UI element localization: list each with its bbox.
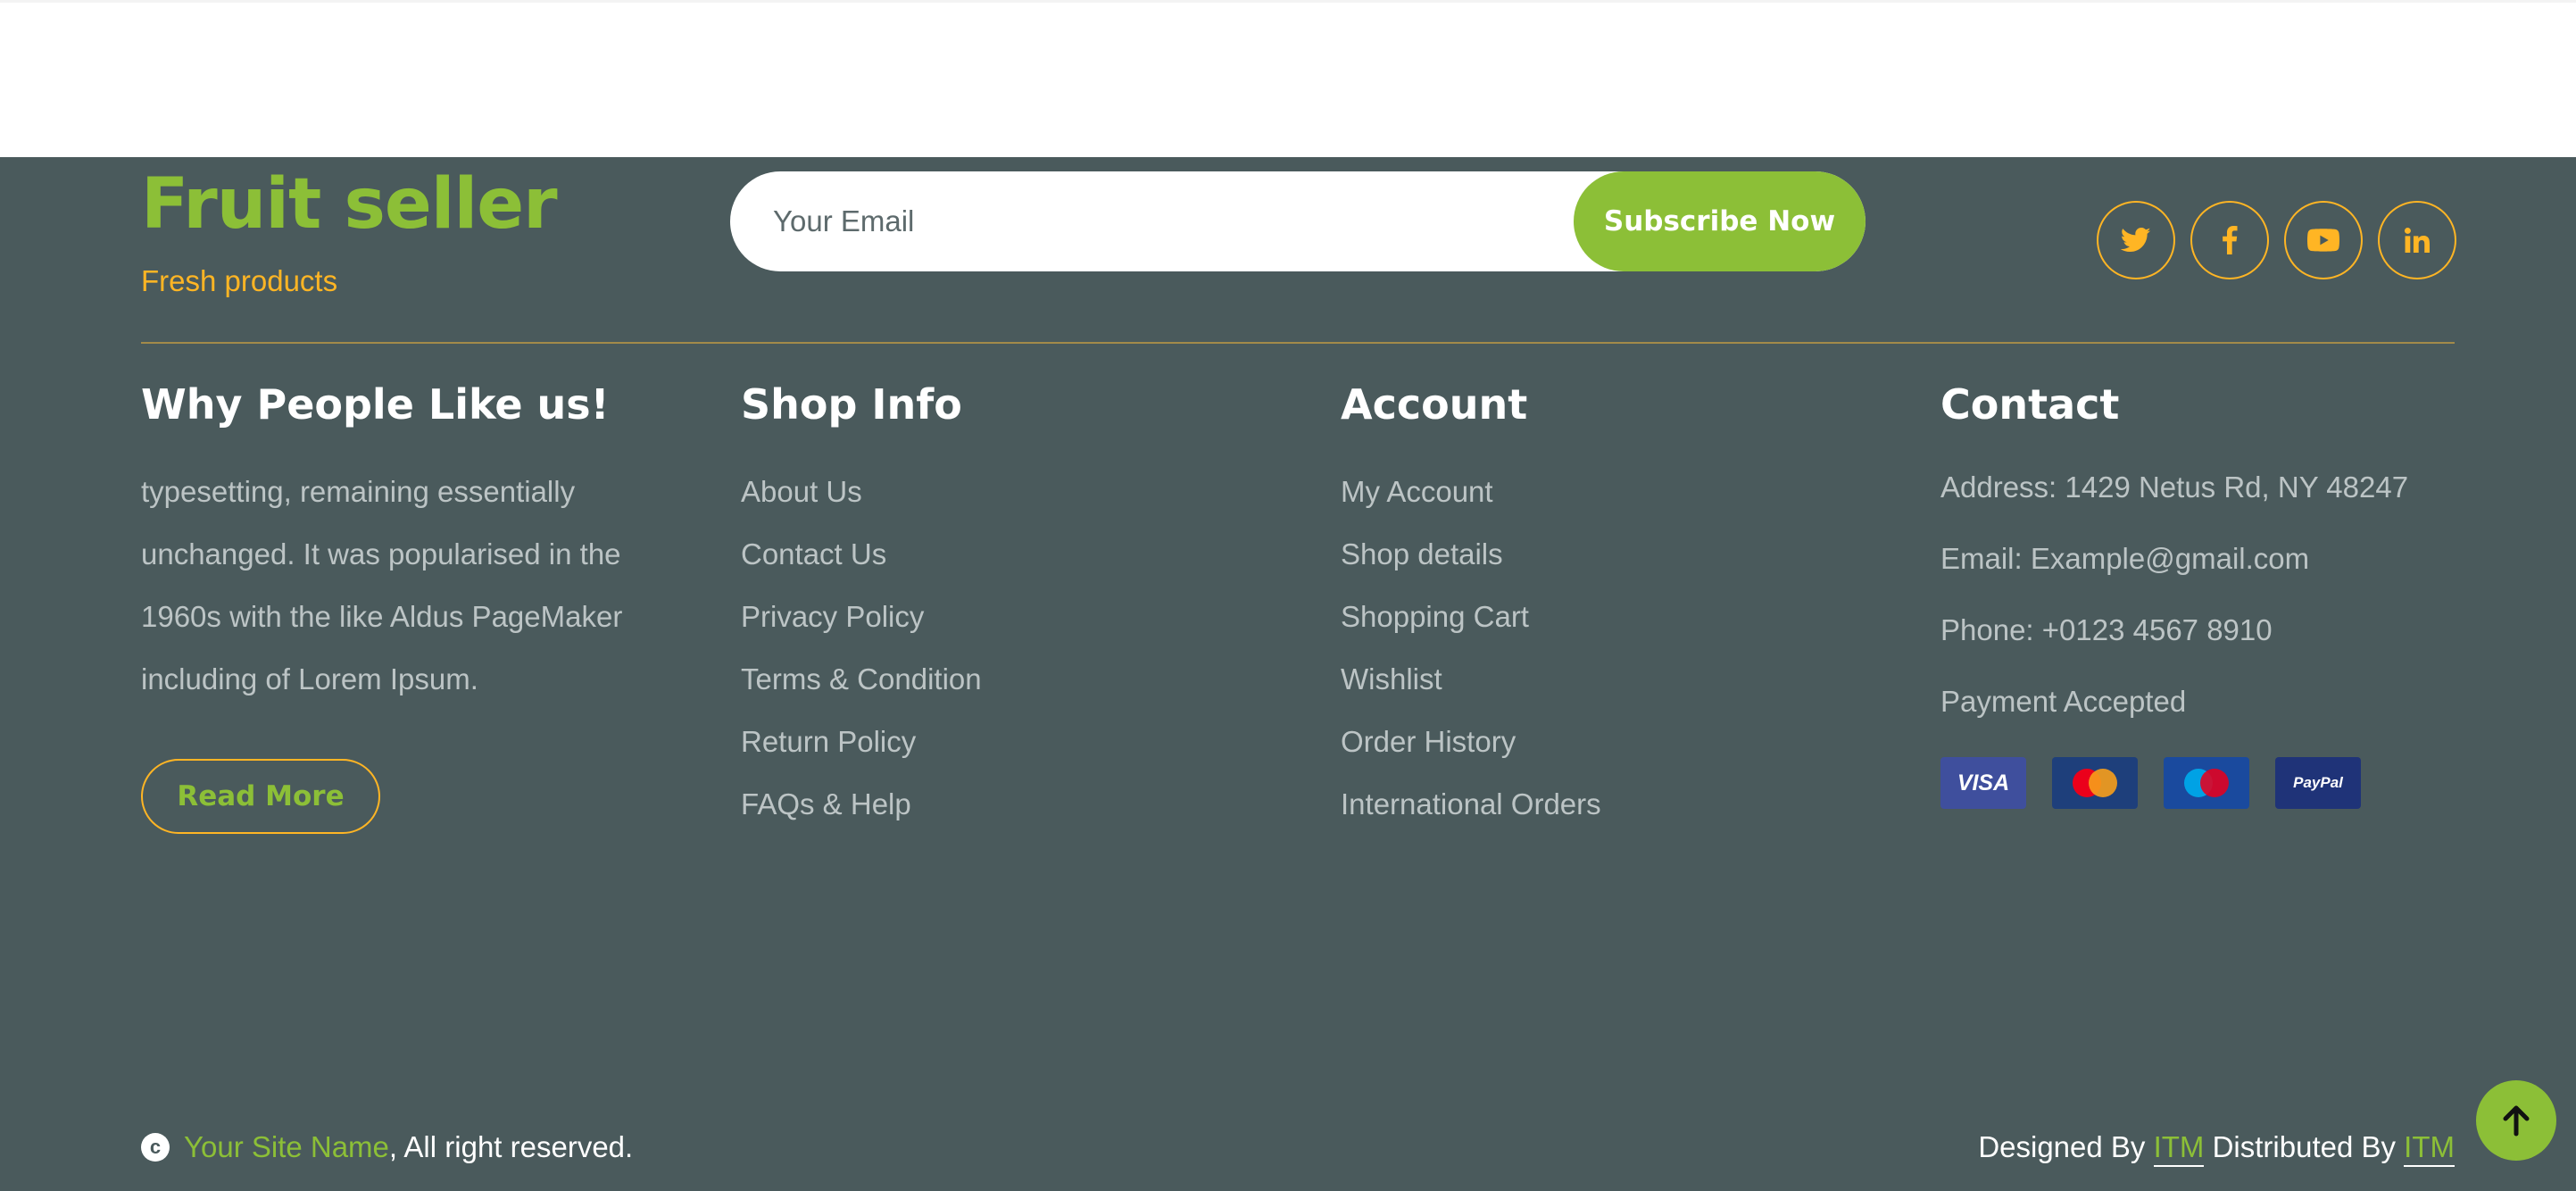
distributor-link[interactable]: ITM (2404, 1130, 2455, 1167)
visa-card-icon: VISA (1940, 757, 2026, 809)
link-order-history[interactable]: Order History (1341, 711, 1601, 773)
contact-phone: Phone: +0123 4567 8910 (1940, 613, 2273, 646)
facebook-icon (2223, 226, 2238, 254)
link-terms-condition[interactable]: Terms & Condition (741, 648, 982, 711)
contact-section: Contact Address: 1429 Netus Rd, NY 48247… (1940, 384, 2408, 809)
payment-methods: VISA PayPal (1940, 757, 2408, 809)
section-heading: Shop Info (741, 380, 962, 429)
linkedin-link[interactable] (2378, 201, 2456, 279)
linkedin-icon (2405, 228, 2430, 253)
link-privacy-policy[interactable]: Privacy Policy (741, 586, 982, 648)
shop-info-links: About Us Contact Us Privacy Policy Terms… (741, 461, 982, 836)
read-more-button[interactable]: Read More (141, 759, 380, 834)
credits: Designed By ITM Distributed By ITM (1978, 1130, 2455, 1167)
footer-divider (141, 342, 2455, 344)
designed-by-text: Designed By (1978, 1130, 2154, 1163)
paypal-icon: PayPal (2275, 757, 2361, 809)
youtube-link[interactable] (2284, 201, 2363, 279)
contact-details: Address: 1429 Netus Rd, NY 48247 Email: … (1940, 452, 2408, 737)
youtube-icon (2307, 229, 2339, 252)
subscribe-button[interactable]: Subscribe Now (1574, 171, 1866, 271)
newsletter-form: Subscribe Now (730, 171, 1866, 271)
twitter-link[interactable] (2097, 201, 2175, 279)
why-description: typesetting, remaining essentially uncha… (141, 475, 623, 695)
back-to-top-button[interactable] (2476, 1080, 2556, 1161)
link-international-orders[interactable]: International Orders (1341, 773, 1601, 836)
contact-address: Address: 1429 Netus Rd, NY 48247 (1940, 471, 2409, 504)
maestro-icon (2164, 757, 2249, 809)
section-heading: Account (1341, 380, 1528, 429)
payment-accepted-label: Payment Accepted (1940, 685, 2187, 718)
account-section: Account My Account Shop details Shopping… (1341, 384, 1601, 836)
social-links (2097, 201, 2456, 279)
link-wishlist[interactable]: Wishlist (1341, 648, 1601, 711)
link-contact-us[interactable]: Contact Us (741, 523, 982, 586)
account-links: My Account Shop details Shopping Cart Wi… (1341, 461, 1601, 836)
section-heading: Why People Like us! (141, 380, 610, 429)
site-name-link[interactable]: Your Site Name (184, 1130, 389, 1164)
copyright-icon: c (141, 1133, 170, 1162)
link-shopping-cart[interactable]: Shopping Cart (1341, 586, 1601, 648)
page-top-area (0, 0, 2576, 157)
footer-brand: Fruit seller Fresh products (141, 170, 558, 298)
shop-info-section: Shop Info About Us Contact Us Privacy Po… (741, 384, 982, 836)
arrow-up-icon (2503, 1105, 2530, 1137)
section-heading: Contact (1940, 380, 2120, 429)
email-input[interactable] (773, 171, 1541, 271)
why-people-like-us-section: Why People Like us! typesetting, remaini… (141, 384, 677, 834)
link-my-account[interactable]: My Account (1341, 461, 1601, 523)
twitter-icon (2121, 227, 2151, 253)
link-shop-details[interactable]: Shop details (1341, 523, 1601, 586)
link-faqs-help[interactable]: FAQs & Help (741, 773, 982, 836)
rights-text: , All right reserved. (388, 1130, 634, 1163)
brand-subtitle: Fresh products (141, 264, 338, 297)
distributed-by-text: Distributed By (2204, 1130, 2405, 1163)
designer-link[interactable]: ITM (2153, 1130, 2205, 1167)
link-return-policy[interactable]: Return Policy (741, 711, 982, 773)
link-about-us[interactable]: About Us (741, 461, 982, 523)
brand-title[interactable]: Fruit seller (141, 170, 558, 239)
mastercard-icon (2052, 757, 2138, 809)
facebook-link[interactable] (2190, 201, 2269, 279)
copyright: c Your Site Name , All right reserved. (141, 1130, 633, 1164)
contact-email: Email: Example@gmail.com (1940, 542, 2310, 575)
